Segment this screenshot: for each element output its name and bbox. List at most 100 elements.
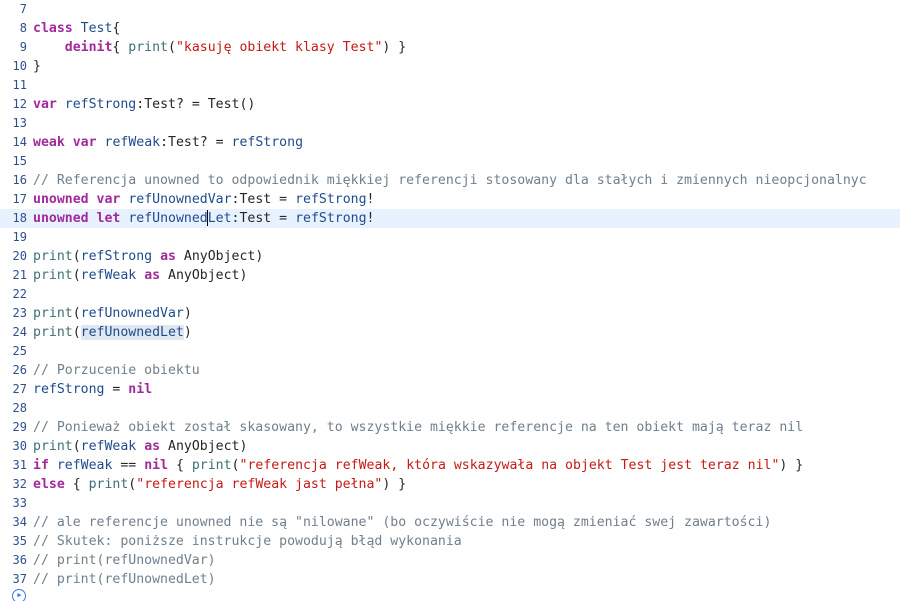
code-text[interactable]: // Porzucenie obiektu: [33, 361, 200, 380]
code-line[interactable]: 17 unowned var refUnownedVar:Test = refSt…: [0, 190, 900, 209]
code-token: refUnownedLet: [80, 325, 184, 340]
code-token: class: [33, 21, 73, 36]
code-line[interactable]: 27 refStrong = nil: [0, 380, 900, 399]
code-line[interactable]: 9 deinit{ print("kasuję obiekt klasy Tes…: [0, 38, 900, 57]
code-line[interactable]: 34 // ale referencje unowned nie są "nilo…: [0, 513, 900, 532]
code-editor[interactable]: 7 8 class Test{9 deinit{ print("kasuję obi…: [0, 0, 900, 601]
code-token: refStrong: [33, 382, 105, 397]
code-text[interactable]: var refStrong:Test? = Test(): [33, 95, 255, 114]
code-line[interactable]: 18 unowned let refUnownedLet:Test = refSt…: [0, 209, 900, 228]
code-token: ): [183, 306, 192, 321]
code-line[interactable]: 8 class Test{: [0, 19, 900, 38]
code-token: AnyObject): [160, 439, 248, 454]
line-number: 14: [12, 135, 27, 149]
code-token: print: [33, 268, 73, 283]
line-number: 7: [19, 2, 27, 16]
code-line[interactable]: 22: [0, 285, 900, 304]
code-line[interactable]: 36 // print(refUnownedVar): [0, 551, 900, 570]
code-line[interactable]: 24 print(refUnownedLet): [0, 323, 900, 342]
run-button[interactable]: ▶: [12, 589, 26, 601]
code-line[interactable]: 19: [0, 228, 900, 247]
code-line[interactable]: 31 if refWeak == nil { print("referencja …: [0, 456, 900, 475]
play-icon: ▶: [17, 591, 22, 599]
code-token: print: [33, 249, 73, 264]
code-token: // print(refUnownedVar): [33, 553, 216, 568]
line-number: 21: [12, 268, 27, 282]
code-line[interactable]: 15: [0, 152, 900, 171]
code-token: refUnownedVar: [80, 306, 184, 321]
code-line[interactable]: 28: [0, 399, 900, 418]
code-text[interactable]: // Referencja unowned to odpowiednik mię…: [33, 171, 867, 190]
code-token: {: [112, 40, 129, 55]
code-token: // ale referencje unowned nie są "nilowa…: [33, 515, 772, 530]
code-line[interactable]: 25: [0, 342, 900, 361]
code-line[interactable]: 32 else { print("referencja refWeak jast …: [0, 475, 900, 494]
code-token: if: [33, 458, 49, 473]
line-number: 17: [12, 192, 27, 206]
code-line[interactable]: 29 // Ponieważ obiekt został skasowany, t…: [0, 418, 900, 437]
code-token: refStrong: [295, 211, 367, 226]
line-number: 28: [12, 401, 27, 415]
code-line[interactable]: 7: [0, 0, 900, 19]
code-token: ) }: [779, 458, 804, 473]
code-text[interactable]: print(refWeak as AnyObject): [33, 437, 247, 456]
code-text[interactable]: // Skutek: poniższe instrukcje powodują …: [33, 532, 462, 551]
code-line[interactable]: 21 print(refWeak as AnyObject): [0, 266, 900, 285]
code-line[interactable]: 23 print(refUnownedVar): [0, 304, 900, 323]
code-area[interactable]: 7 8 class Test{9 deinit{ print("kasuję obi…: [0, 0, 900, 589]
code-line[interactable]: 11: [0, 76, 900, 95]
code-text[interactable]: // ale referencje unowned nie są "nilowa…: [33, 513, 771, 532]
code-token: unowned: [33, 192, 89, 207]
code-line[interactable]: 16 // Referencja unowned to odpowiednik m…: [0, 171, 900, 190]
code-line[interactable]: 26 // Porzucenie obiektu: [0, 361, 900, 380]
code-text[interactable]: unowned let refUnownedLet:Test = refStro…: [33, 209, 375, 228]
line-number: 29: [12, 420, 27, 434]
code-text[interactable]: // print(refUnownedVar): [33, 551, 216, 570]
code-text[interactable]: weak var refWeak:Test? = refStrong: [33, 133, 303, 152]
code-token: refWeak: [80, 268, 137, 283]
code-text[interactable]: unowned var refUnownedVar:Test = refStro…: [33, 190, 374, 209]
code-text[interactable]: refStrong = nil: [33, 380, 152, 399]
code-text[interactable]: deinit{ print("kasuję obiekt klasy Test"…: [33, 38, 406, 57]
code-token: print: [33, 325, 73, 340]
code-token: // Porzucenie obiektu: [33, 363, 200, 378]
line-number: 24: [12, 325, 27, 339]
code-line[interactable]: 33: [0, 494, 900, 513]
code-line[interactable]: 12 var refStrong:Test? = Test(): [0, 95, 900, 114]
code-line[interactable]: 10}: [0, 57, 900, 76]
code-text[interactable]: // Ponieważ obiekt został skasowany, to …: [33, 418, 803, 437]
code-line[interactable]: 37 // print(refUnownedLet): [0, 570, 900, 589]
code-text[interactable]: print(refUnownedLet): [33, 323, 192, 342]
line-number: 18: [12, 211, 27, 225]
line-number: 35: [12, 534, 27, 548]
code-line[interactable]: 20 print(refStrong as AnyObject): [0, 247, 900, 266]
code-token: refStrong: [64, 97, 137, 112]
code-text[interactable]: print(refWeak as AnyObject): [33, 266, 247, 285]
code-token: (: [72, 439, 81, 454]
code-text[interactable]: print(refUnownedVar): [33, 304, 192, 323]
code-text[interactable]: // print(refUnownedLet): [33, 570, 216, 589]
code-line[interactable]: 30 print(refWeak as AnyObject): [0, 437, 900, 456]
code-token: Let: [207, 211, 232, 226]
code-token: as: [144, 268, 161, 283]
line-number: 33: [12, 496, 27, 510]
code-token: AnyObject): [160, 268, 248, 283]
code-line[interactable]: 35 // Skutek: poniższe instrukcje powoduj…: [0, 532, 900, 551]
line-number: 37: [12, 572, 27, 586]
code-text[interactable]: class Test{: [33, 19, 120, 38]
code-token: }: [33, 59, 41, 74]
code-text[interactable]: print(refStrong as AnyObject): [33, 247, 263, 266]
code-line[interactable]: 14 weak var refWeak:Test? = refStrong: [0, 133, 900, 152]
code-token: refWeak: [80, 439, 137, 454]
line-number: 22: [12, 287, 27, 301]
line-number: 34: [12, 515, 27, 529]
code-text[interactable]: else { print("referencja refWeak jast pe…: [33, 475, 406, 494]
code-token: var: [33, 97, 57, 112]
code-token: "referencja refWeak jast pełna": [136, 477, 383, 492]
code-token: {: [168, 458, 192, 473]
code-line[interactable]: 13: [0, 114, 900, 133]
code-text[interactable]: if refWeak == nil { print("referencja re…: [33, 456, 803, 475]
code-token: (: [72, 306, 81, 321]
code-text[interactable]: }: [33, 57, 41, 76]
